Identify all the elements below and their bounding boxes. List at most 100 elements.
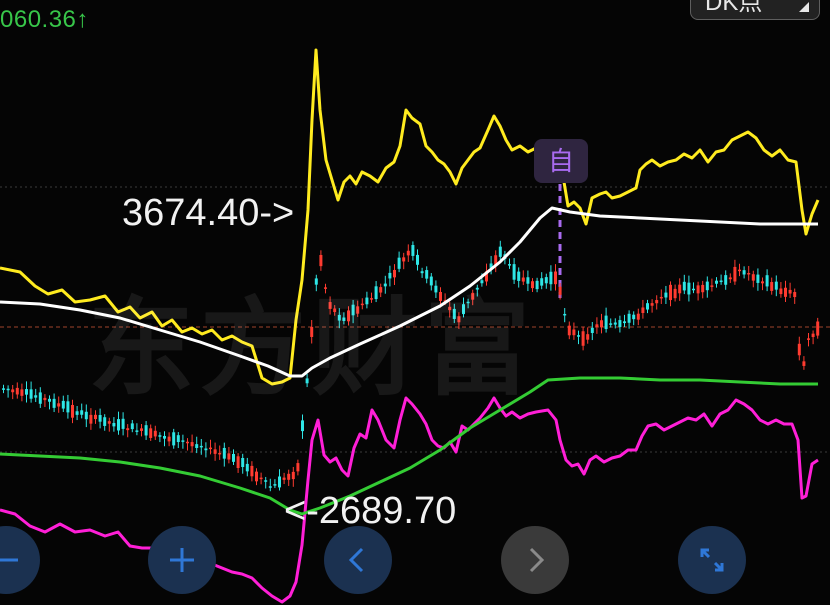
candle [770,282,774,291]
candle [52,398,56,408]
candle [66,401,70,413]
scroll-left-button[interactable] [324,526,392,594]
candle [117,419,120,431]
candle [590,327,594,333]
candle [287,473,291,480]
candle [710,285,714,287]
candle [627,313,631,323]
candle [719,280,723,283]
candle [549,271,553,285]
candle [149,428,153,438]
candle [498,246,502,257]
candle [89,414,93,424]
candle [765,275,769,287]
candle [728,277,732,280]
candle [535,280,539,290]
candle [544,277,548,284]
candle [103,417,107,426]
candle [604,315,608,330]
candle [673,288,677,299]
candle [172,432,176,446]
candle [153,430,157,437]
candle [222,447,226,459]
candle [158,435,162,437]
candle [747,272,751,275]
low-price-label: <-2689.70 [284,490,457,532]
candle [742,270,746,275]
candle [659,296,663,299]
candle [554,271,557,285]
kline-chart-screen: 060.36↑ DK点 东方财富 3674.40-> <-2689.70 自 [0,0,830,605]
candle [255,471,258,482]
candle [186,441,189,444]
candle [250,465,254,477]
candle [176,435,180,443]
candle [816,321,820,336]
candle [705,281,709,291]
candle [609,323,613,325]
candle [650,303,654,306]
candle [577,335,580,337]
candle [715,280,718,284]
candle [2,388,5,390]
corner-triangle-icon [799,2,809,12]
candle [278,476,281,488]
candle [811,333,815,338]
candle [75,411,79,415]
candle [236,456,240,468]
candle [761,281,764,284]
high-price-label: 3674.40-> [122,192,295,234]
candle [43,397,47,401]
candle [779,288,783,295]
scroll-right-button[interactable] [501,526,569,594]
candle [190,442,194,447]
candle [733,266,737,282]
candle [268,486,272,488]
candle [259,477,263,480]
candle [264,480,268,482]
candle [586,334,590,340]
fullscreen-button[interactable] [678,526,746,594]
candle [411,245,415,256]
candle [595,324,599,328]
candle [784,287,787,297]
candle [623,321,626,324]
candle [163,435,166,439]
plus-icon [170,548,194,572]
candle [195,444,199,449]
candle [646,303,649,310]
candle [282,477,286,480]
candle [793,292,797,298]
candle [788,289,792,294]
candle [687,282,691,295]
event-tag[interactable]: 自 [534,139,588,183]
candle [655,300,659,304]
candle [98,415,102,422]
candle [291,471,295,480]
dk-point-button-label: DK点 [705,0,763,16]
candle [301,420,304,432]
dk-point-button[interactable]: DK点 [690,0,820,20]
candle [144,425,148,436]
candle [199,445,203,448]
candle [71,404,74,418]
candle [245,463,249,472]
candle [641,307,645,314]
candle [130,423,134,430]
candle [692,288,695,291]
candle [80,410,84,415]
zoom-in-button[interactable] [148,526,216,594]
candle [567,325,571,336]
candle [724,275,728,285]
candle [112,423,116,427]
candle [6,388,10,391]
candle [38,392,42,404]
candle [25,389,28,395]
candle [558,286,562,295]
candle [61,400,65,409]
candle [738,269,741,272]
price-change-label: 060.36↑ [0,6,89,33]
candle [273,484,277,486]
candle [751,274,755,281]
candle [241,457,245,468]
